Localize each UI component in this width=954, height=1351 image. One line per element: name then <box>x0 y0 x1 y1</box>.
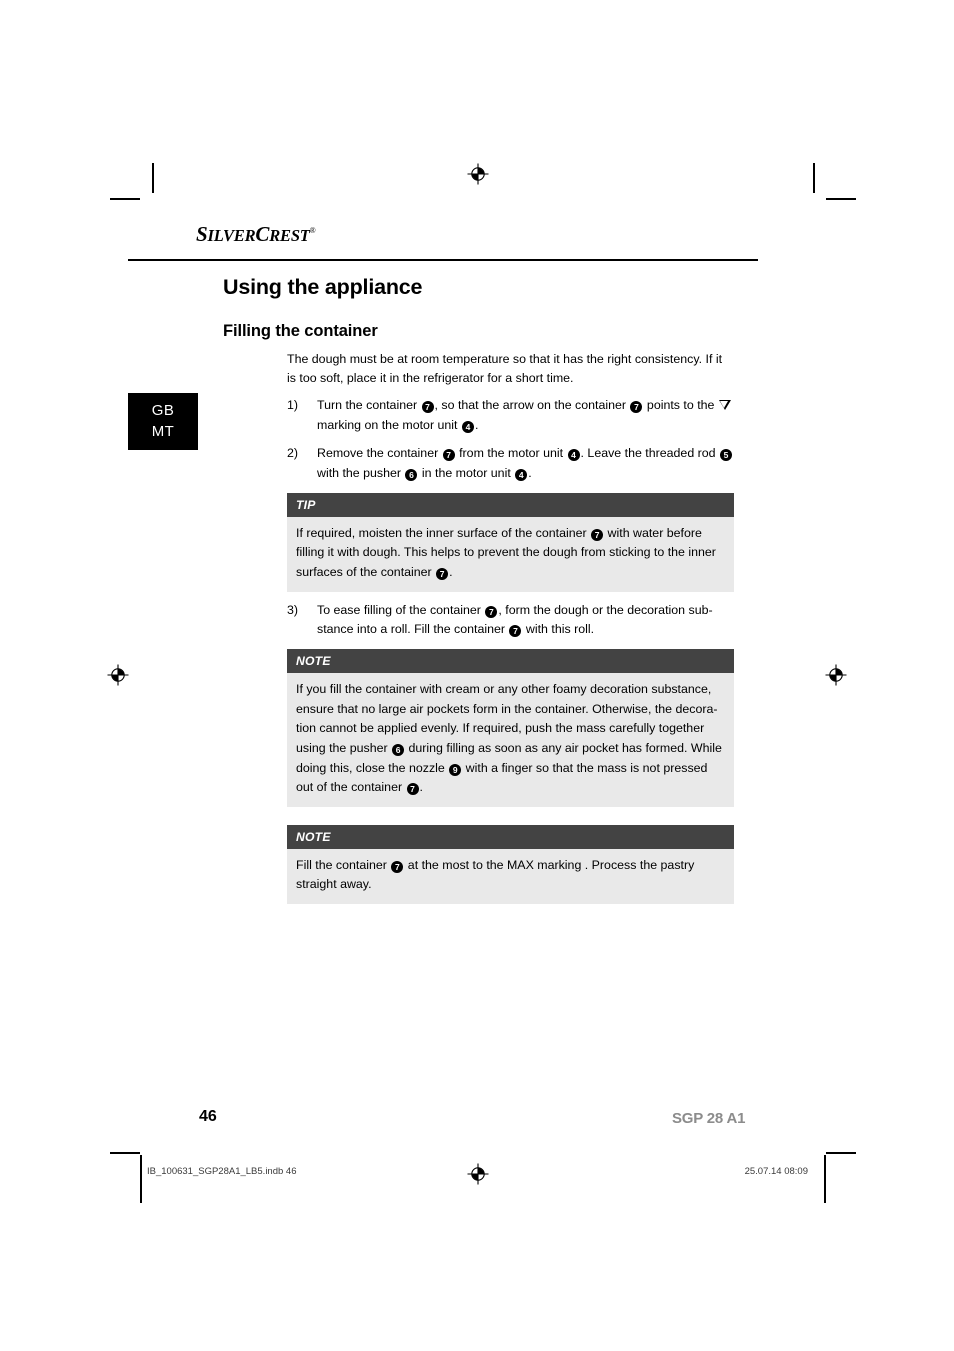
registration-mark-right <box>825 664 847 686</box>
header-rule <box>128 259 758 261</box>
document-page: SILVERCREST® GB MT Using the appliance F… <box>0 0 954 1351</box>
triangle-marking-icon <box>718 400 731 411</box>
model-designation: SGP 28 A1 <box>672 1110 746 1127</box>
callout-marker-6-icon: 6 <box>405 468 418 481</box>
note-box-2-title: NOTE <box>287 824 734 849</box>
imprint-timestamp: 25.07.14 08:09 <box>744 1166 808 1177</box>
callout-marker-5-icon: 5 <box>720 449 733 462</box>
callout-marker-7-icon: 7 <box>485 605 498 618</box>
crop-mark-top-left-vertical <box>152 163 154 193</box>
callout-marker-4-icon: 4 <box>567 449 580 462</box>
crop-mark-bottom-left-vertical <box>140 1155 142 1203</box>
tip-box: TIP If required, moisten the inner surfa… <box>287 492 734 592</box>
silvercrest-logo: SILVERCREST® <box>196 224 316 245</box>
callout-marker-4-icon: 4 <box>515 468 528 481</box>
registered-trademark-icon: ® <box>309 226 316 235</box>
step-number: 3) <box>287 602 299 617</box>
registration-mark-bottom <box>467 1163 489 1185</box>
step-text: Remove the container 7 from the motor un… <box>317 444 734 484</box>
intro-line-1: The dough must be at room temperature so… <box>287 352 703 366</box>
callout-marker-9-icon: 9 <box>449 763 462 776</box>
intro-paragraph: The dough must be at room temperature so… <box>287 350 734 388</box>
callout-marker-7-icon: 7 <box>630 401 643 414</box>
crop-mark-bottom-right-horizontal <box>826 1152 856 1154</box>
step-text: To ease filling of the container 7, form… <box>317 602 713 638</box>
page-title: Using the appliance <box>223 275 423 299</box>
logo-text-rest: REST <box>269 226 310 245</box>
callout-marker-7-icon: 7 <box>509 625 522 638</box>
steps-group-1: 1) Turn the container 7, so that the arro… <box>287 396 734 483</box>
crop-mark-bottom-left-horizontal <box>110 1152 140 1154</box>
brand-header: SILVERCREST® <box>196 224 758 246</box>
note-box-1: NOTE If you fill the container with crea… <box>287 649 734 807</box>
tip-box-title: TIP <box>287 492 734 517</box>
section-title: Filling the container <box>223 322 378 340</box>
note-box-2: NOTE Fill the container 7 at the most to… <box>287 824 734 905</box>
callout-marker-4-icon: 4 <box>461 421 474 434</box>
imprint-filename: IB_100631_SGP28A1_LB5.indb 46 <box>147 1166 297 1177</box>
step-number: 1) <box>287 398 299 413</box>
crop-mark-top-right-vertical <box>813 163 815 193</box>
crop-mark-top-right-horizontal <box>826 198 856 200</box>
steps-group-2: 3) To ease filling of the container 7, fo… <box>287 601 734 641</box>
callout-marker-7-icon: 7 <box>391 860 404 873</box>
content-column: The dough must be at room temperature so… <box>287 350 734 913</box>
registration-mark-top <box>467 163 489 185</box>
step-number: 2) <box>287 446 299 461</box>
step-text: Turn the container 7, so that the arrow … <box>317 396 734 436</box>
callout-marker-7-icon: 7 <box>436 568 449 580</box>
note-box-2-body: Fill the container 7 at the most to the … <box>287 848 734 905</box>
callout-marker-6-icon: 6 <box>392 744 405 757</box>
logo-text-ilver: ILVER <box>207 226 256 245</box>
note-box-1-body: If you fill the container with cream or … <box>287 673 734 807</box>
language-tab: GB MT <box>128 393 198 450</box>
numbered-step: 3) To ease filling of the container 7, fo… <box>287 601 734 641</box>
numbered-step: 1) Turn the container 7, so that the arro… <box>287 396 734 436</box>
language-tab-line-1: GB <box>151 402 175 420</box>
callout-marker-7-icon: 7 <box>591 528 604 541</box>
language-tab-line-2: MT <box>151 422 175 440</box>
note-box-1-title: NOTE <box>287 649 734 674</box>
page-number: 46 <box>199 1108 217 1125</box>
callout-marker-7-icon: 7 <box>421 401 434 414</box>
tip-box-body: If required, moisten the inner surface o… <box>287 516 734 592</box>
registration-mark-left <box>107 664 129 686</box>
logo-letter-s: S <box>196 222 208 246</box>
callout-marker-7-icon: 7 <box>442 449 455 462</box>
logo-letter-c: C <box>255 222 270 246</box>
crop-mark-bottom-right-vertical <box>824 1155 826 1203</box>
numbered-step: 2) Remove the container 7 from the motor … <box>287 444 734 484</box>
crop-mark-top-left-horizontal <box>110 198 140 200</box>
callout-marker-7-icon: 7 <box>406 783 419 796</box>
